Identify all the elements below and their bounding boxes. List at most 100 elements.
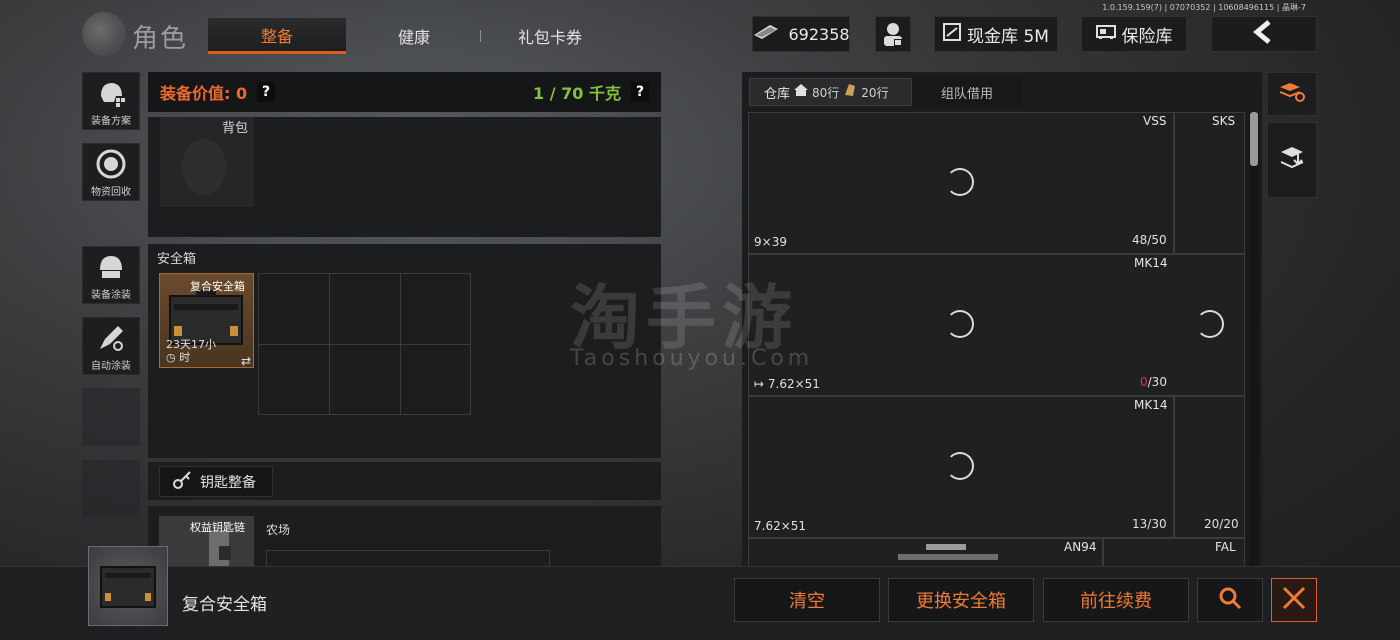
ammo-type: ↦ 7.62×51 <box>754 377 820 391</box>
sidebar-item-equipment-paint[interactable]: 装备涂装 <box>82 246 140 304</box>
timer-line-2: ◷ 时 <box>166 351 216 364</box>
weapon-name: FAL <box>1215 540 1236 554</box>
warehouse-tab-label: 仓库 <box>764 86 791 102</box>
timer-suffix: 时 <box>179 351 191 364</box>
key-equip-button[interactable]: 钥匙整备 <box>159 466 273 497</box>
watermark-url: Taoshouyou.Com <box>570 346 814 371</box>
backpack-label: 背包 <box>222 121 249 136</box>
value-help-button[interactable]: ? <box>257 82 276 102</box>
weapon-name: SKS <box>1212 114 1236 128</box>
clear-button[interactable]: 清空 <box>734 578 880 622</box>
sidebar-item-auto-paint[interactable]: 自动涂装 <box>82 317 140 375</box>
ammo-count: 13/30 <box>1132 517 1167 531</box>
key-chain-name: 权益钥匙链 <box>190 521 245 534</box>
key-icon <box>172 470 192 494</box>
operator-icon[interactable] <box>875 16 911 52</box>
weapon-cell[interactable] <box>748 254 1245 396</box>
bag-icon <box>843 83 857 101</box>
tab-health[interactable]: 健康 <box>366 18 462 54</box>
selected-item-thumbnail <box>88 546 168 626</box>
tab-divider <box>480 30 481 42</box>
safe-vault-button[interactable]: 保险库 <box>1081 16 1187 52</box>
tab-gift-cards[interactable]: 礼包卡券 <box>494 18 606 54</box>
back-arrow-icon <box>1251 19 1277 49</box>
warehouse-rows-home: 80行 <box>812 85 840 100</box>
sidebar-label: 自动涂装 <box>91 361 131 372</box>
warehouse-scrollbar[interactable] <box>1249 112 1259 566</box>
ammo-count: 20/20 <box>1204 517 1239 531</box>
renew-button[interactable]: 前往续费 <box>1043 578 1189 622</box>
tab-warehouse[interactable]: 仓库 80行 20行 <box>749 78 912 106</box>
timer-line-1: 23天17小 <box>166 338 216 351</box>
loading-spinner-icon <box>1196 310 1224 338</box>
secure-case-name: 复合安全箱 <box>190 280 245 293</box>
close-icon <box>1281 585 1307 616</box>
paint-helmet-icon <box>94 250 128 284</box>
secure-grid[interactable] <box>258 273 471 415</box>
warehouse-rows-extra: 20行 <box>861 85 889 100</box>
cash-vault-label: 现金库 5M <box>967 26 1049 47</box>
weapon-name: MK14 <box>1134 398 1168 412</box>
recycle-icon <box>94 147 128 181</box>
ammo-type: 7.62×51 <box>754 519 807 533</box>
close-button[interactable] <box>1271 578 1317 622</box>
ammo-count-zero: 0 <box>1140 375 1148 389</box>
sort-layers-button[interactable] <box>1267 72 1317 116</box>
layers-refresh-icon <box>1278 81 1306 107</box>
auto-paint-icon <box>94 321 128 355</box>
sidebar-item-equipment-plan[interactable]: 装备方案 <box>82 72 140 130</box>
ammo-count: 48/50 <box>1132 233 1167 247</box>
cash-vault-icon <box>943 22 962 46</box>
loading-spinner-icon <box>946 168 974 196</box>
character-logo-icon <box>82 12 126 56</box>
loading-spinner-icon <box>946 310 974 338</box>
search-icon <box>1218 586 1242 615</box>
sidebar-empty-slot <box>82 388 140 446</box>
secure-case-timer: 23天17小 ◷ 时 <box>166 338 216 364</box>
scrollbar-thumb[interactable] <box>1250 112 1258 166</box>
version-info: 1.0.159.159(7) | 07070352 | 10608496115 … <box>1102 3 1306 12</box>
weapon-name: MK14 <box>1134 256 1168 270</box>
ammo-type: 9×39 <box>754 235 787 249</box>
stash-import-button[interactable] <box>1267 122 1317 198</box>
secure-case-icon <box>100 566 156 608</box>
banknote-icon <box>752 23 780 45</box>
ammo-count: 0/30 <box>1140 375 1167 389</box>
weapon-name: AN94 <box>1064 540 1097 554</box>
safe-vault-label: 保险库 <box>1121 26 1173 47</box>
currency-amount: 692358 <box>788 24 850 44</box>
weight-value: 1 / 70 千克 <box>533 84 621 103</box>
ammo-link-icon: ↦ <box>754 377 765 391</box>
sidebar-item-recycle[interactable]: 物资回收 <box>82 143 140 201</box>
swap-icon[interactable]: ⇄ <box>241 354 251 368</box>
equipment-value: 装备价值: 0 <box>160 84 248 103</box>
page-title: 角色 <box>132 24 189 54</box>
tab-equipment[interactable]: 整备 <box>208 18 346 54</box>
clock-icon: ◷ <box>166 351 176 364</box>
loading-spinner-icon <box>946 452 974 480</box>
ammo-type-text: 7.62×51 <box>767 377 820 391</box>
back-button[interactable] <box>1211 16 1317 52</box>
currency-display[interactable]: 692358 <box>752 16 850 52</box>
ammo-count-capacity: /30 <box>1147 375 1167 389</box>
warehouse-grid[interactable]: VSS SKS 9×39 48/50 MK14 ↦ 7.62×51 0/30 M… <box>748 112 1245 566</box>
layers-download-icon <box>1278 144 1306 176</box>
weapon-cell[interactable] <box>1174 112 1245 254</box>
farm-grid[interactable] <box>266 550 550 566</box>
cash-vault-button[interactable]: 现金库 5M <box>934 16 1058 52</box>
change-secure-case-button[interactable]: 更换安全箱 <box>888 578 1034 622</box>
tab-team-borrow[interactable]: 组队借用 <box>912 78 1022 106</box>
farm-label: 农场 <box>266 523 291 537</box>
sidebar-divider <box>82 208 140 238</box>
key-equip-label: 钥匙整备 <box>200 474 256 491</box>
weight-help-button[interactable]: ? <box>631 82 649 102</box>
sniper-rifle-icon <box>878 540 998 566</box>
selected-item-name: 复合安全箱 <box>182 595 267 615</box>
sidebar-label: 装备涂装 <box>91 290 131 301</box>
weapon-name: VSS <box>1143 114 1167 128</box>
search-button[interactable] <box>1197 578 1263 622</box>
sidebar-label: 装备方案 <box>91 116 131 127</box>
sidebar-empty-slot <box>82 460 140 518</box>
helmet-plan-icon <box>94 76 128 110</box>
safe-icon <box>1095 24 1116 45</box>
